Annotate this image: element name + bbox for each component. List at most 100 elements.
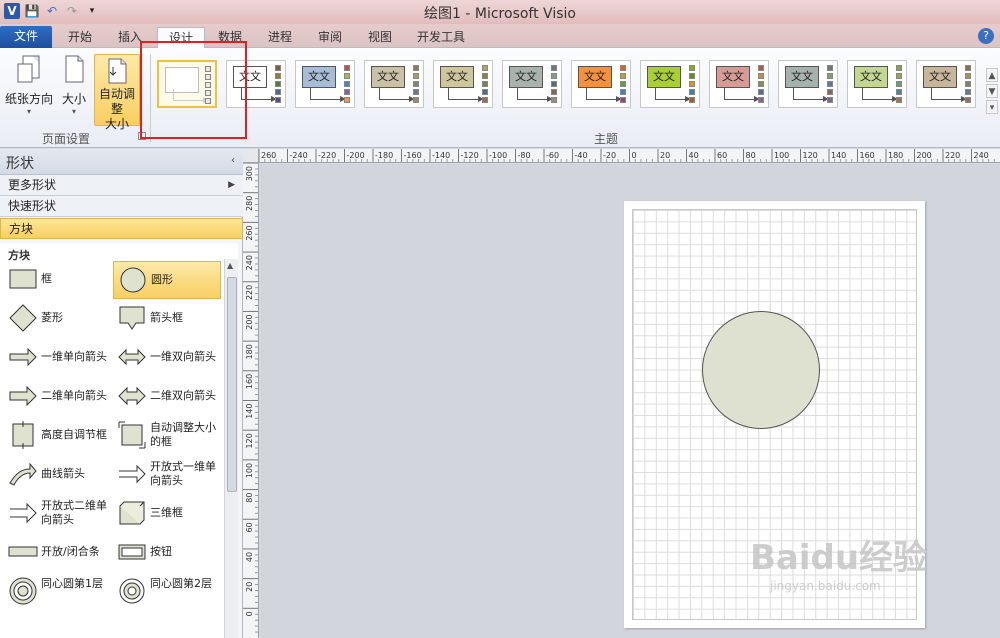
scroll-up-icon[interactable]: ▲: [227, 261, 233, 270]
ruler-label: 260: [245, 225, 254, 240]
arrow2d-double-icon: [118, 386, 146, 406]
shape-label: 圆形: [151, 273, 173, 286]
circle-shape[interactable]: [702, 311, 820, 429]
collapse-pane-icon[interactable]: ‹: [231, 155, 235, 166]
theme-thumbnail[interactable]: 文文: [295, 60, 355, 108]
shape-item[interactable]: 开放/闭合条: [4, 534, 112, 572]
theme-thumbnail[interactable]: 文文: [571, 60, 631, 108]
tab-process[interactable]: 进程: [258, 27, 302, 48]
shape-label: 开放/闭合条: [41, 545, 100, 558]
vertical-ruler[interactable]: 300 280 260 240 220 200 180 160 140 120 100 80 60 40 2…: [243, 163, 259, 638]
tab-review[interactable]: 审阅: [308, 27, 352, 48]
auto-height-box-icon: [12, 421, 34, 449]
theme-thumbnail[interactable]: 文文: [364, 60, 424, 108]
theme-swatch: [551, 89, 557, 95]
vertical-ruler-ticks: 3002802602402202001801601401201008060402…: [243, 163, 258, 633]
stencil-area: 方块 框圆形 菱形 箭头框 一维单向箭头 一维双向箭头 二维单向箭头 二维双向箭头 高度自调节…: [0, 243, 238, 638]
stencil-scrollbar[interactable]: ▲: [224, 259, 238, 638]
autosize-label-line1: 自动调整: [98, 87, 135, 116]
gallery-scroll-down-icon[interactable]: ▼: [986, 84, 998, 98]
title-bar: V 💾 ↶ ↷ ▾ 绘图1 - Microsoft Visio: [0, 0, 1000, 24]
shape-item[interactable]: 开放式二维单向箭头: [4, 495, 112, 533]
ruler-label: 20: [660, 151, 670, 160]
theme-swatch: [965, 81, 971, 87]
shape-item[interactable]: 二维双向箭头: [113, 378, 221, 416]
stencil-tab-blocks[interactable]: 方块: [0, 218, 243, 239]
shape-item[interactable]: 框: [4, 261, 112, 299]
ruler-label: 100: [774, 151, 789, 160]
shape-label: 同心圆第2层: [150, 577, 212, 590]
help-icon[interactable]: ?: [978, 28, 994, 44]
theme-swatch: [344, 89, 350, 95]
ruler-label: -180: [375, 151, 393, 160]
ruler-label: 200: [917, 151, 932, 160]
diamond-icon: [9, 304, 37, 332]
ruler-label: -60: [546, 151, 559, 160]
theme-swatches: [344, 65, 350, 105]
shape-item[interactable]: 曲线箭头: [4, 456, 112, 494]
theme-swatch: [344, 65, 350, 71]
tab-file[interactable]: 文件: [0, 26, 52, 48]
theme-thumbnail[interactable]: 文文: [778, 60, 838, 108]
shape-item[interactable]: 圆形: [113, 261, 221, 299]
theme-connector: [655, 88, 689, 100]
ruler-label: 0: [245, 611, 254, 616]
theme-swatch: [620, 97, 626, 103]
shape-item[interactable]: 自动调整大小的框: [113, 417, 221, 455]
shape-item[interactable]: 一维双向箭头: [113, 339, 221, 377]
theme-thumbnail[interactable]: 文文: [433, 60, 493, 108]
tab-home[interactable]: 开始: [58, 27, 102, 48]
shape-item[interactable]: 高度自调节框: [4, 417, 112, 455]
theme-connector: [448, 88, 482, 100]
theme-sample-box: 文文: [647, 66, 681, 88]
size-label: 大小: [61, 92, 86, 106]
size-button[interactable]: 大小 ▾: [58, 52, 90, 126]
theme-thumbnail[interactable]: 文文: [847, 60, 907, 108]
ruler-label: 180: [888, 151, 903, 160]
theme-swatch: [689, 81, 695, 87]
theme-swatch: [965, 65, 971, 71]
ruler-label: 220: [245, 285, 254, 300]
gallery-more-icon[interactable]: ▾: [986, 100, 998, 114]
tab-developer[interactable]: 开发工具: [410, 27, 472, 48]
autosize-label-line2: 大小: [104, 117, 129, 131]
theme-swatches: [827, 65, 833, 105]
more-shapes-label: 更多形状: [8, 178, 57, 192]
more-shapes-row[interactable]: 更多形状 ▶: [0, 175, 243, 196]
scrollbar-thumb[interactable]: [227, 277, 237, 492]
ruler-label: -40: [575, 151, 588, 160]
shape-item[interactable]: 箭头框: [113, 300, 221, 338]
shape-item[interactable]: 同心圆第1层: [4, 573, 112, 611]
quick-shapes-row[interactable]: 快速形状: [0, 196, 243, 217]
gallery-scroll-up-icon[interactable]: ▲: [986, 68, 998, 82]
theme-thumbnail[interactable]: 文文: [640, 60, 700, 108]
shape-item[interactable]: 同心圆第2层: [113, 573, 221, 611]
theme-thumbnail[interactable]: 文文: [502, 60, 562, 108]
callout-box-icon: [119, 306, 145, 330]
ruler-label: -160: [404, 151, 422, 160]
shape-label: 曲线箭头: [41, 467, 85, 480]
shape-item[interactable]: 菱形: [4, 300, 112, 338]
tab-view[interactable]: 视图: [358, 27, 402, 48]
shape-item[interactable]: 二维单向箭头: [4, 378, 112, 416]
theme-swatch: [827, 73, 833, 79]
theme-thumbnail[interactable]: 文文: [709, 60, 769, 108]
highlight-annotation: [140, 41, 247, 139]
shape-item[interactable]: 开放式一维单向箭头: [113, 456, 221, 494]
autosize-button[interactable]: 自动调整 大小: [94, 54, 140, 131]
shape-item[interactable]: 一维单向箭头: [4, 339, 112, 377]
ruler-label: 40: [689, 151, 699, 160]
theme-swatches: [896, 65, 902, 105]
theme-swatch: [344, 97, 350, 103]
bar-icon: [8, 546, 38, 557]
theme-swatch: [620, 81, 626, 87]
horizontal-ruler-ticks: 260 -240 -220 -200 -180 -160 -140 -120 -100 -80 -6…: [259, 149, 995, 162]
shape-item[interactable]: 按钮: [113, 534, 221, 572]
orientation-button[interactable]: 纸张方向 ▾: [4, 52, 54, 126]
theme-thumbnail[interactable]: 文文: [916, 60, 976, 108]
shape-item[interactable]: 三维框: [113, 495, 221, 533]
horizontal-ruler[interactable]: 260 -240 -220 -200 -180 -160 -140 -120 -100 -80 -6…: [259, 149, 1000, 163]
ruler-label: 160: [245, 374, 254, 389]
theme-swatch: [689, 97, 695, 103]
shape-label: 箭头框: [150, 311, 183, 324]
